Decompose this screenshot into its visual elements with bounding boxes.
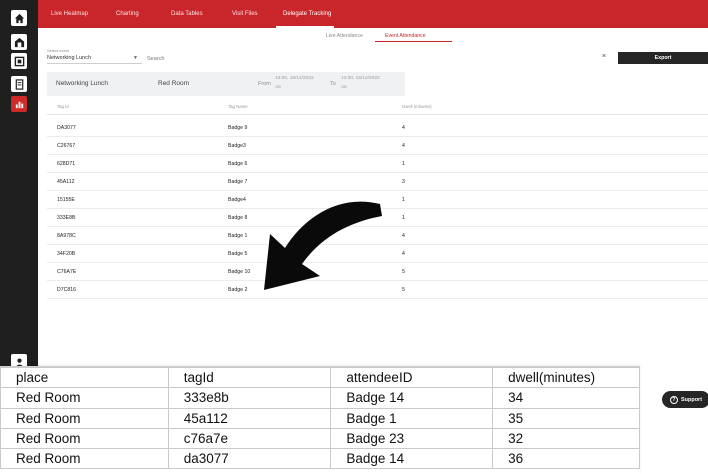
dwell-cell: 4 bbox=[402, 251, 405, 257]
tag-id-cell: 333E8B bbox=[57, 215, 76, 221]
spreadsheet-cell[interactable]: 35 bbox=[492, 407, 640, 429]
dwell-cell: 1 bbox=[402, 161, 405, 167]
tag-id-cell: C76A7E bbox=[57, 269, 77, 275]
dwell-cell: 3 bbox=[402, 179, 405, 185]
curved-arrow-icon bbox=[264, 201, 382, 290]
column-header-tag-name[interactable]: Tag Name bbox=[228, 104, 248, 109]
home-icon[interactable] bbox=[11, 10, 27, 26]
spreadsheet-row: Red Room c76a7e Badge 23 32 bbox=[0, 427, 640, 450]
spreadsheet-cell[interactable]: Red Room bbox=[0, 448, 169, 470]
close-icon[interactable]: × bbox=[602, 53, 606, 60]
spreadsheet-row: Red Room da3077 Badge 14 36 bbox=[0, 448, 640, 470]
search-input[interactable] bbox=[147, 53, 607, 64]
spreadsheet-cell[interactable]: 32 bbox=[492, 427, 640, 450]
spreadsheet-header-cell[interactable]: tagId bbox=[167, 366, 332, 389]
from-label: From bbox=[258, 81, 271, 87]
nav-delegate-tracking[interactable]: Delegate Tracking bbox=[283, 0, 331, 28]
tag-id-cell: C26767 bbox=[57, 143, 76, 149]
nav-active-indicator bbox=[276, 26, 334, 28]
tag-id-cell: 45A112 bbox=[57, 179, 75, 185]
tag-name-cell: Badge 6 bbox=[228, 161, 248, 167]
tag-id-cell: DA3077 bbox=[57, 125, 76, 131]
dwell-cell: 1 bbox=[402, 215, 405, 221]
to-sub: GB bbox=[341, 84, 347, 89]
table-header: Tag Id Tag Name Dwell (minutes) bbox=[47, 101, 708, 115]
tag-id-cell: 34F20B bbox=[57, 251, 76, 257]
spreadsheet-row: Red Room 45a112 Badge 1 35 bbox=[0, 407, 640, 429]
table-row[interactable]: 45A112 Badge 7 3 bbox=[47, 173, 708, 191]
spreadsheet-cell[interactable]: Red Room bbox=[0, 387, 169, 409]
nav-charting[interactable]: Charting bbox=[116, 0, 139, 28]
building-icon[interactable] bbox=[11, 34, 27, 50]
spreadsheet-cell[interactable]: Badge 1 bbox=[330, 407, 494, 429]
tag-id-cell: 628D71 bbox=[57, 161, 76, 167]
event-room: Red Room bbox=[158, 80, 190, 87]
nav-data-tables[interactable]: Data Tables bbox=[171, 0, 203, 28]
spreadsheet-cell[interactable]: Badge 14 bbox=[330, 387, 494, 409]
select-underline bbox=[47, 63, 142, 64]
spreadsheet-cell[interactable]: Badge 23 bbox=[330, 427, 494, 450]
spreadsheet-cell[interactable]: 45a112 bbox=[167, 407, 332, 429]
support-label: Support bbox=[680, 396, 703, 403]
table-row[interactable]: 628D71 Badge 6 1 bbox=[47, 155, 708, 173]
tag-id-cell: 15155E bbox=[57, 197, 75, 203]
spreadsheet-cell[interactable]: 36 bbox=[492, 448, 640, 470]
tag-id-cell: D7C816 bbox=[57, 287, 77, 293]
from-value: 13:00, 15/12/2022 bbox=[275, 76, 314, 81]
event-summary: Networking Lunch Red Room From 13:00, 15… bbox=[47, 72, 405, 96]
spreadsheet-header-cell[interactable]: dwell(minutes) bbox=[492, 366, 640, 389]
tab-live-attendance[interactable]: Live Attendance bbox=[326, 33, 363, 39]
nav-live-heatmap[interactable]: Live Heatmap bbox=[51, 0, 88, 28]
export-button[interactable]: Export bbox=[618, 52, 708, 64]
spreadsheet-cell[interactable]: Red Room bbox=[0, 427, 169, 450]
spreadsheet-header-cell[interactable]: attendeeID bbox=[330, 366, 494, 389]
spreadsheet-cell[interactable]: Badge 14 bbox=[330, 448, 494, 470]
chevron-down-icon[interactable]: ▼ bbox=[133, 55, 138, 61]
tag-id-cell: 8A978C bbox=[57, 233, 76, 239]
dwell-cell: 5 bbox=[402, 269, 405, 275]
document-icon[interactable] bbox=[11, 76, 27, 92]
dwell-cell: 4 bbox=[402, 143, 405, 149]
spreadsheet-cell[interactable]: Red Room bbox=[0, 407, 169, 429]
tag-name-cell: Badge 7 bbox=[228, 179, 248, 185]
tag-name-cell: Badge 9 bbox=[228, 125, 248, 131]
spreadsheet-cell[interactable]: 34 bbox=[492, 387, 640, 409]
spreadsheet-cell[interactable]: c76a7e bbox=[167, 427, 332, 450]
tab-active-indicator bbox=[375, 41, 452, 42]
layers-icon[interactable] bbox=[11, 53, 27, 69]
tab-event-attendance[interactable]: Event Attendance bbox=[385, 33, 426, 39]
table-row[interactable]: DA3077 Badge 9 4 bbox=[47, 119, 708, 137]
support-button[interactable]: ? Support bbox=[662, 391, 708, 408]
spreadsheet-header-cell[interactable]: place bbox=[0, 366, 169, 389]
table-row[interactable]: C26767 Badge3 4 bbox=[47, 137, 708, 155]
spreadsheet-header-row: place tagId attendeeID dwell(minutes) bbox=[0, 366, 640, 389]
help-icon: ? bbox=[669, 395, 678, 404]
event-name: Networking Lunch bbox=[56, 80, 109, 87]
spreadsheet-cell[interactable]: 333e8b bbox=[167, 387, 332, 409]
to-label: To bbox=[330, 81, 336, 87]
top-nav: Live Heatmap Charting Data Tables Visit … bbox=[38, 0, 708, 28]
dwell-cell: 5 bbox=[402, 287, 405, 293]
dwell-cell: 4 bbox=[402, 233, 405, 239]
spreadsheet-table: place tagId attendeeID dwell(minutes) Re… bbox=[0, 366, 640, 470]
nav-visit-files[interactable]: Visit Files bbox=[232, 0, 258, 28]
spreadsheet-cell[interactable]: da3077 bbox=[167, 448, 332, 470]
dwell-cell: 4 bbox=[402, 125, 405, 131]
spreadsheet-row: Red Room 333e8b Badge 14 34 bbox=[0, 387, 640, 409]
column-header-tag-id[interactable]: Tag Id bbox=[57, 104, 69, 109]
tag-name-cell: Badge3 bbox=[228, 143, 246, 149]
select-event-label: Select event bbox=[47, 48, 70, 53]
dwell-cell: 1 bbox=[402, 197, 405, 203]
spreadsheet-snippet: place tagId attendeeID dwell(minutes) Re… bbox=[0, 366, 640, 474]
event-select[interactable]: Networking Lunch bbox=[47, 55, 91, 61]
to-value: 14:30, 15/12/2022 bbox=[341, 76, 380, 81]
column-header-dwell[interactable]: Dwell (minutes) bbox=[402, 104, 432, 109]
from-sub: GB bbox=[275, 84, 281, 89]
chart-icon[interactable] bbox=[11, 96, 27, 112]
